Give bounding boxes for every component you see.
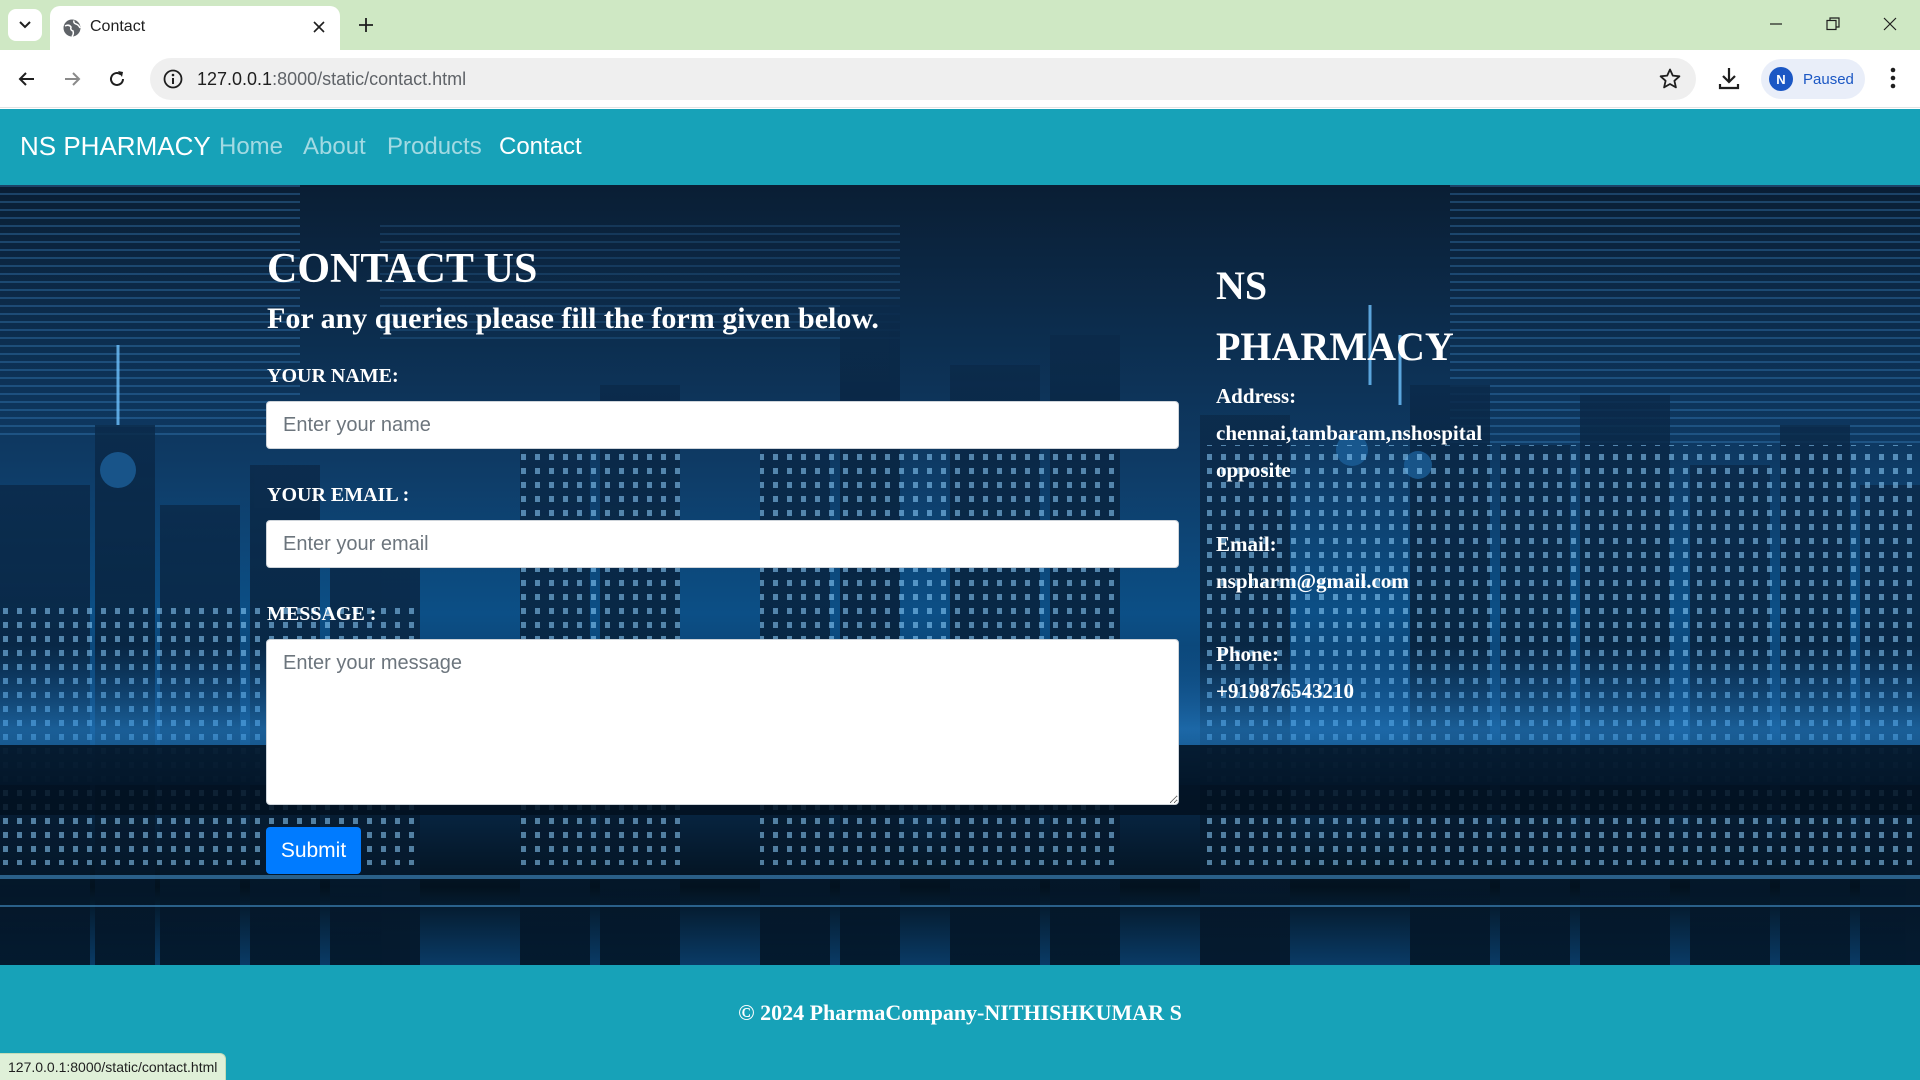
- info-title-line1: NS: [1216, 263, 1268, 308]
- back-arrow-icon: [18, 72, 34, 86]
- info-email-block: Email: nspharm@gmail.com: [1216, 526, 1536, 600]
- nav-link-contact[interactable]: Contact: [499, 133, 582, 161]
- phone-label: Phone:: [1216, 642, 1279, 666]
- browser-menu-button[interactable]: [1880, 63, 1906, 93]
- new-tab-button[interactable]: [352, 11, 380, 39]
- reload-button[interactable]: [102, 64, 132, 94]
- back-button[interactable]: [12, 64, 42, 94]
- message-textarea[interactable]: [266, 639, 1179, 805]
- nav-link-products[interactable]: Products: [387, 133, 482, 161]
- kebab-menu-icon: [1890, 67, 1896, 89]
- url-path: :8000/static/contact.html: [272, 69, 467, 89]
- message-label: MESSAGE :: [267, 603, 377, 625]
- plus-icon: [359, 18, 373, 32]
- close-icon: [313, 21, 325, 33]
- restore-button[interactable]: [1813, 8, 1853, 40]
- email-input[interactable]: [266, 520, 1179, 568]
- profile-button[interactable]: N Paused: [1761, 59, 1865, 99]
- address-label: Address:: [1216, 384, 1297, 408]
- email-info-value: nspharm@gmail.com: [1216, 569, 1409, 593]
- address-bar[interactable]: 127.0.0.1:8000/static/contact.html: [150, 58, 1696, 100]
- download-icon[interactable]: [1714, 63, 1744, 93]
- site-footer: © 2024 PharmaCompany-NITHISHKUMAR S: [0, 965, 1920, 1080]
- email-info-label: Email:: [1216, 532, 1277, 556]
- info-icon[interactable]: [162, 68, 184, 90]
- phone-value: +919876543210: [1216, 679, 1354, 703]
- tab-close-button[interactable]: [308, 16, 330, 38]
- navbar-brand[interactable]: NS PHARMACY: [20, 131, 211, 162]
- reload-icon: [110, 71, 124, 86]
- browser-tabstrip: Contact: [0, 0, 1920, 50]
- name-input[interactable]: [266, 401, 1179, 449]
- address-line2: opposite: [1216, 458, 1291, 482]
- forward-button[interactable]: [57, 64, 87, 94]
- close-icon: [1883, 17, 1897, 31]
- tab-contact[interactable]: Contact: [50, 6, 340, 50]
- contact-subheading: For any queries please fill the form giv…: [267, 302, 879, 335]
- url-text[interactable]: 127.0.0.1:8000/static/contact.html: [197, 69, 466, 90]
- forward-arrow-icon: [65, 72, 81, 86]
- info-company-name: NS PHARMACY: [1216, 255, 1496, 377]
- nav-link-about[interactable]: About: [303, 133, 366, 161]
- browser-toolbar: 127.0.0.1:8000/static/contact.html N Pau…: [0, 50, 1920, 108]
- contact-heading: CONTACT US: [267, 246, 538, 292]
- avatar: N: [1769, 67, 1793, 91]
- address-line1: chennai,tambaram,nshospital: [1216, 421, 1483, 445]
- restore-icon: [1826, 17, 1840, 31]
- profile-status-label: Paused: [1803, 70, 1854, 88]
- name-label: YOUR NAME:: [267, 365, 399, 387]
- minimize-icon: [1770, 23, 1782, 25]
- info-address-block: Address: chennai,tambaram,nshospital opp…: [1216, 378, 1536, 489]
- footer-copyright: © 2024 PharmaCompany-NITHISHKUMAR S: [738, 1000, 1182, 1025]
- info-title-line2: PHARMACY: [1216, 324, 1454, 369]
- email-label: YOUR EMAIL :: [267, 484, 410, 506]
- star-icon[interactable]: [1658, 67, 1682, 91]
- submit-button[interactable]: Submit: [266, 827, 361, 874]
- minimize-button[interactable]: [1756, 8, 1796, 40]
- chevron-down-icon: [19, 21, 31, 29]
- close-window-button[interactable]: [1870, 8, 1910, 40]
- globe-icon: [63, 19, 81, 37]
- info-phone-block: Phone: +919876543210: [1216, 636, 1536, 710]
- tab-title: Contact: [90, 18, 146, 35]
- nav-link-home[interactable]: Home: [219, 133, 283, 161]
- tab-search-button[interactable]: [8, 9, 42, 41]
- link-status-bubble: 127.0.0.1:8000/static/contact.html: [0, 1053, 227, 1080]
- contact-hero-section: CONTACT US For any queries please fill t…: [0, 185, 1920, 965]
- url-host: 127.0.0.1: [197, 69, 273, 89]
- site-navbar: NS PHARMACY Home About Products Contact: [0, 109, 1920, 185]
